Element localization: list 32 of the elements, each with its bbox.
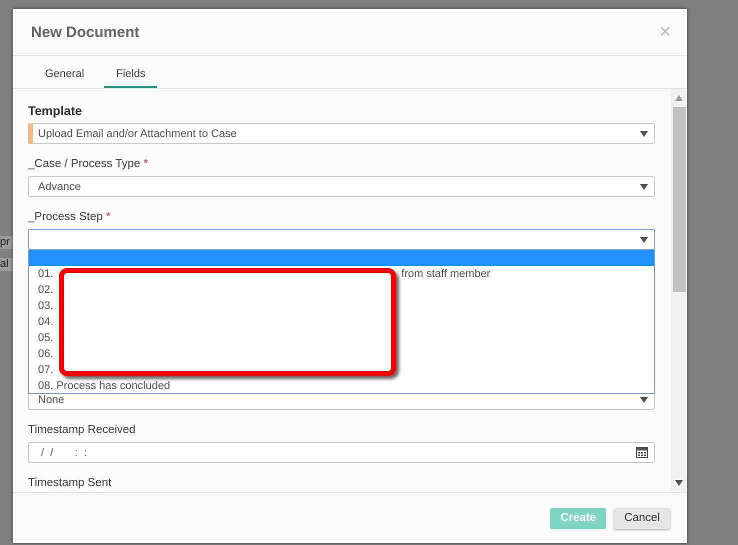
- dropdown-option[interactable]: 04.: [38, 314, 54, 330]
- timestamp-field[interactable]: / / : :: [28, 442, 655, 463]
- field-label: Template: [28, 103, 83, 119]
- background-text: al: [0, 258, 13, 271]
- process-step-select[interactable]: [28, 229, 655, 250]
- caret-icon: [640, 396, 648, 402]
- caret-icon: [640, 236, 648, 242]
- scroll-up-icon[interactable]: [675, 95, 683, 101]
- dropdown-option[interactable]: 02.: [38, 282, 54, 298]
- tab[interactable]: General: [33, 68, 96, 88]
- dropdown-option[interactable]: 06.: [38, 346, 54, 362]
- template-select[interactable]: Upload Email and/or Attachment to Case: [28, 123, 655, 144]
- field-label: _Case / Process Type *: [28, 157, 149, 172]
- field-label: Timestamp Received: [28, 423, 137, 438]
- caret-icon: [640, 184, 648, 190]
- dropdown-option[interactable]: 07.: [38, 362, 54, 378]
- background-text: pr: [0, 236, 13, 249]
- tab[interactable]: Fields: [104, 68, 158, 88]
- dropdown-option[interactable]: 05.: [38, 330, 54, 346]
- option-text[interactable]: from staff member: [401, 266, 490, 282]
- field-label: Timestamp Sent: [28, 476, 112, 491]
- caret-icon: [640, 130, 648, 136]
- calendar-icon[interactable]: [636, 447, 648, 458]
- dropdown-option[interactable]: 01.: [38, 266, 54, 282]
- scroll-down-icon[interactable]: [675, 480, 683, 486]
- scrollbar[interactable]: [671, 89, 687, 492]
- scrollbar-thumb[interactable]: [672, 107, 686, 292]
- field-label: _Process Step *: [28, 210, 112, 225]
- cancel-button[interactable]: Cancel: [614, 508, 670, 528]
- dialog-title: New Document: [31, 24, 140, 40]
- dropdown-option[interactable]: 03.: [38, 298, 54, 314]
- case-type-select[interactable]: Advance: [28, 176, 655, 197]
